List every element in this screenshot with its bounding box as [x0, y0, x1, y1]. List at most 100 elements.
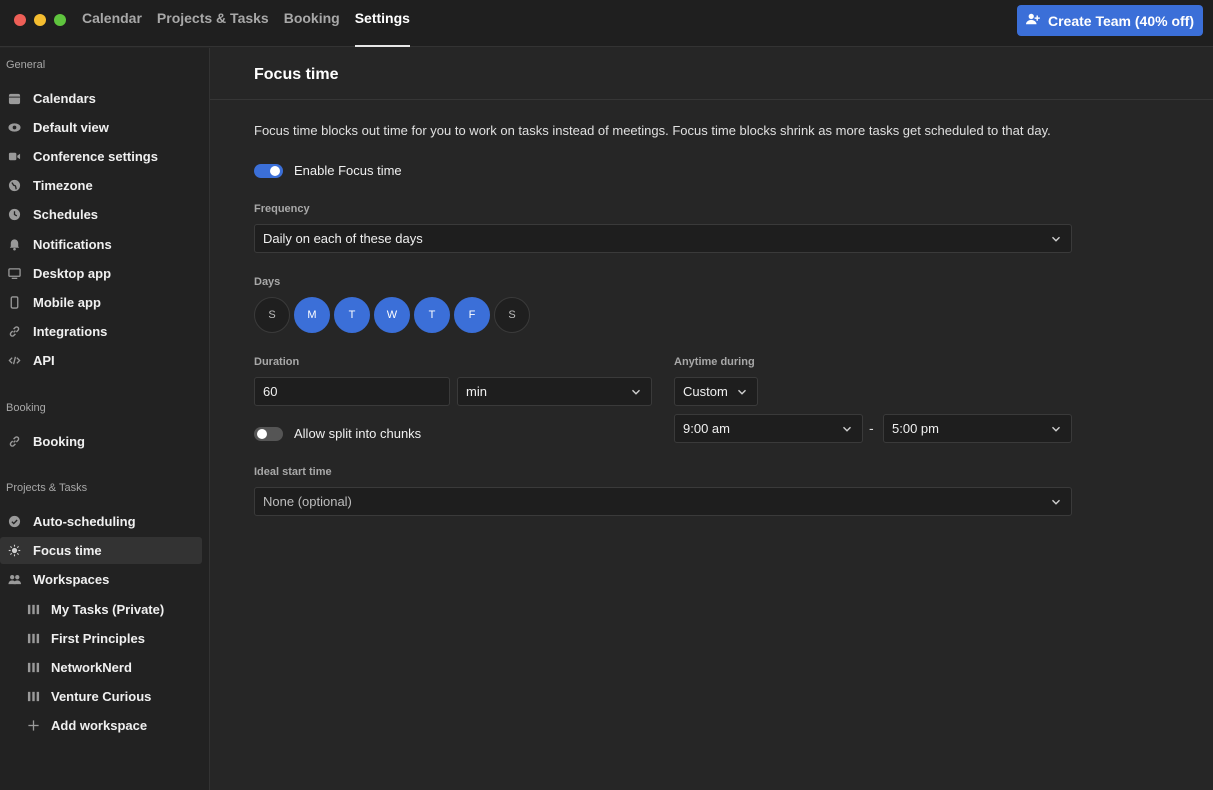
toggle-knob: [270, 166, 280, 176]
sidebar-workspace-my-tasks[interactable]: My Tasks (Private): [0, 596, 202, 623]
sidebar-item-label: Workspaces: [33, 572, 110, 587]
sidebar-item-workspaces[interactable]: Workspaces: [0, 566, 202, 593]
sidebar-item-auto-scheduling[interactable]: Auto-scheduling: [0, 508, 202, 535]
create-team-button[interactable]: Create Team (40% off): [1017, 5, 1203, 36]
tab-booking[interactable]: Booking: [284, 0, 340, 47]
sidebar-item-booking[interactable]: Booking: [0, 428, 202, 455]
chevron-down-icon: [1052, 426, 1060, 432]
sidebar-item-conference-settings[interactable]: Conference settings: [0, 143, 202, 170]
day-toggle-sunday[interactable]: S: [254, 297, 290, 333]
board-icon: [26, 603, 40, 617]
duration-value: 60: [263, 384, 278, 399]
day-toggle-tuesday[interactable]: T: [334, 297, 370, 333]
sidebar-item-label: Conference settings: [33, 149, 158, 164]
duration-unit-value: min: [466, 384, 487, 399]
add-workspace-button[interactable]: Add workspace: [0, 712, 202, 739]
board-icon: [26, 690, 40, 704]
bell-icon: [7, 238, 21, 252]
start-time-value: 9:00 am: [683, 421, 730, 436]
allow-split-label: Allow split into chunks: [294, 426, 422, 441]
day-toggle-wednesday[interactable]: W: [374, 297, 410, 333]
sidebar-item-label: Booking: [33, 434, 85, 449]
sidebar-item-label: First Principles: [51, 631, 145, 646]
ideal-start-time-value: None (optional): [263, 494, 352, 509]
sidebar-item-notifications[interactable]: Notifications: [0, 231, 202, 258]
anytime-mode-select[interactable]: Custom: [674, 377, 758, 406]
chevron-down-icon: [632, 389, 640, 395]
tab-settings[interactable]: Settings: [354, 0, 411, 47]
zoom-window-button[interactable]: [54, 14, 66, 26]
close-window-button[interactable]: [14, 14, 26, 26]
sidebar-item-calendars[interactable]: Calendars: [0, 85, 202, 112]
sidebar-item-desktop-app[interactable]: Desktop app: [0, 260, 202, 287]
allow-split-toggle[interactable]: [254, 427, 283, 441]
link-icon: [7, 325, 21, 339]
sidebar-workspace-networknerd[interactable]: NetworkNerd: [0, 654, 202, 681]
frequency-select[interactable]: Daily on each of these days: [254, 224, 1072, 253]
day-toggle-saturday[interactable]: S: [494, 297, 530, 333]
sidebar-item-timezone[interactable]: Timezone: [0, 172, 202, 199]
sidebar-item-schedules[interactable]: Schedules: [0, 201, 202, 228]
sidebar-item-label: Schedules: [33, 207, 99, 222]
sidebar-item-label: Timezone: [33, 178, 93, 193]
top-bar: Calendar Projects & Tasks Booking Settin…: [0, 0, 1213, 47]
anytime-mode-value: Custom: [683, 384, 728, 399]
lightbulb-icon: [7, 544, 21, 558]
sidebar-workspace-venture-curious[interactable]: Venture Curious: [0, 683, 202, 710]
minimize-window-button[interactable]: [34, 14, 46, 26]
start-time-select[interactable]: 9:00 am: [674, 414, 863, 443]
frequency-value: Daily on each of these days: [263, 231, 423, 246]
users-icon: [7, 573, 21, 587]
board-icon: [26, 632, 40, 646]
time-range-separator: -: [869, 420, 874, 436]
sidebar-workspace-first-principles[interactable]: First Principles: [0, 625, 202, 652]
duration-input[interactable]: 60: [254, 377, 450, 406]
sidebar-item-label: Focus time: [33, 543, 102, 558]
sidebar-item-label: My Tasks (Private): [51, 602, 165, 617]
sidebar-item-label: Integrations: [33, 324, 108, 339]
sidebar-item-label: Venture Curious: [51, 689, 152, 704]
sidebar-item-label: Add workspace: [51, 718, 148, 733]
tab-projects-tasks[interactable]: Projects & Tasks: [157, 0, 269, 47]
sidebar-item-focus-time[interactable]: Focus time: [0, 537, 202, 564]
sidebar-item-mobile-app[interactable]: Mobile app: [0, 289, 202, 316]
sidebar: General Calendars Default view Conferenc…: [0, 48, 210, 790]
check-circle-icon: [7, 515, 21, 529]
ideal-start-time-select[interactable]: None (optional): [254, 487, 1072, 516]
phone-icon: [7, 296, 21, 310]
chevron-down-icon: [843, 426, 851, 432]
video-icon: [7, 150, 21, 164]
tab-calendar[interactable]: Calendar: [82, 0, 142, 47]
sidebar-item-label: Desktop app: [33, 266, 112, 281]
chevron-down-icon: [1052, 499, 1060, 505]
ideal-start-time-label: Ideal start time: [254, 466, 332, 478]
sidebar-item-label: Notifications: [33, 237, 112, 252]
duration-label: Duration: [254, 356, 300, 368]
end-time-select[interactable]: 5:00 pm: [883, 414, 1072, 443]
add-user-icon: [1025, 12, 1040, 29]
sidebar-item-label: NetworkNerd: [51, 660, 132, 675]
toggle-knob: [257, 429, 267, 439]
eye-icon: [7, 121, 21, 135]
sidebar-item-label: Calendars: [33, 91, 96, 106]
link-icon: [7, 435, 21, 449]
sidebar-section-general: General: [6, 59, 46, 71]
anytime-during-label: Anytime during: [674, 356, 755, 368]
sidebar-item-default-view[interactable]: Default view: [0, 114, 202, 141]
page-title: Focus time: [254, 66, 339, 83]
sidebar-section-booking: Booking: [6, 402, 46, 414]
sidebar-item-integrations[interactable]: Integrations: [0, 318, 202, 345]
sidebar-item-api[interactable]: API: [0, 347, 202, 374]
monitor-icon: [7, 267, 21, 281]
days-label: Days: [254, 276, 281, 288]
enable-focus-time-toggle[interactable]: [254, 164, 283, 178]
chevron-down-icon: [738, 389, 746, 395]
duration-unit-select[interactable]: min: [457, 377, 652, 406]
day-toggle-monday[interactable]: M: [294, 297, 330, 333]
board-icon: [26, 661, 40, 675]
plus-icon: [26, 719, 40, 733]
clock-icon: [7, 208, 21, 222]
focus-time-description: Focus time blocks out time for you to wo…: [254, 123, 1051, 138]
day-toggle-friday[interactable]: F: [454, 297, 490, 333]
day-toggle-thursday[interactable]: T: [414, 297, 450, 333]
